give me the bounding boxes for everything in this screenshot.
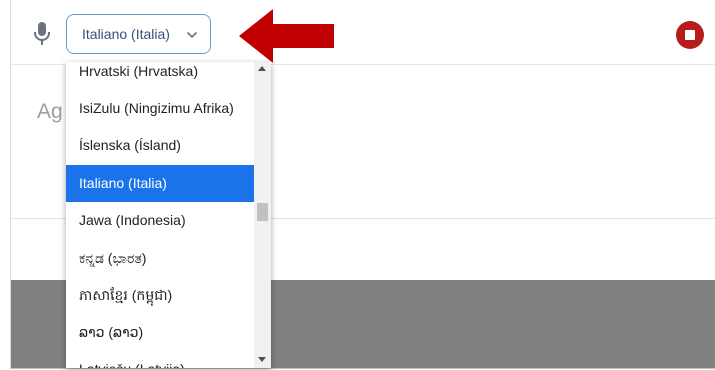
chevron-down-icon — [186, 31, 198, 39]
language-option[interactable]: ភាសាខ្មែរ (កម្ពុជា) — [66, 277, 254, 314]
language-dropdown-list[interactable]: Hrvatski (Hrvatska) IsiZulu (Ningizimu A… — [66, 62, 271, 368]
dropdown-scrollbar[interactable] — [254, 62, 271, 368]
language-option-selected[interactable]: Italiano (Italia) — [66, 165, 254, 202]
scroll-down-arrow-icon[interactable] — [258, 357, 266, 362]
stop-recording-button[interactable] — [676, 21, 704, 49]
language-option[interactable]: IsiZulu (Ningizimu Afrika) — [66, 90, 254, 127]
scroll-thumb[interactable] — [257, 203, 268, 221]
language-select-value: Italiano (Italia) — [82, 26, 170, 42]
red-arrow-annotation — [239, 9, 334, 63]
microphone-button[interactable] — [29, 20, 55, 48]
language-option[interactable]: ಕನ್ನಡ (ಭಾರತ) — [66, 240, 254, 277]
language-select[interactable]: Italiano (Italia) — [66, 14, 211, 54]
language-option[interactable]: Íslenska (Ísland) — [66, 127, 254, 164]
scroll-up-arrow-icon[interactable] — [258, 66, 266, 71]
microphone-icon — [34, 22, 50, 45]
language-option[interactable]: ລາວ (ລາວ) — [66, 314, 254, 351]
stop-icon — [685, 30, 695, 40]
transcript-placeholder: Ag — [37, 100, 63, 123]
language-option[interactable]: Jawa (Indonesia) — [66, 202, 254, 239]
language-option[interactable]: Latviešu (Latvija) — [66, 351, 254, 368]
toolbar: Italiano (Italia) — [11, 0, 715, 65]
language-option[interactable]: Hrvatski (Hrvatska) — [66, 62, 254, 90]
